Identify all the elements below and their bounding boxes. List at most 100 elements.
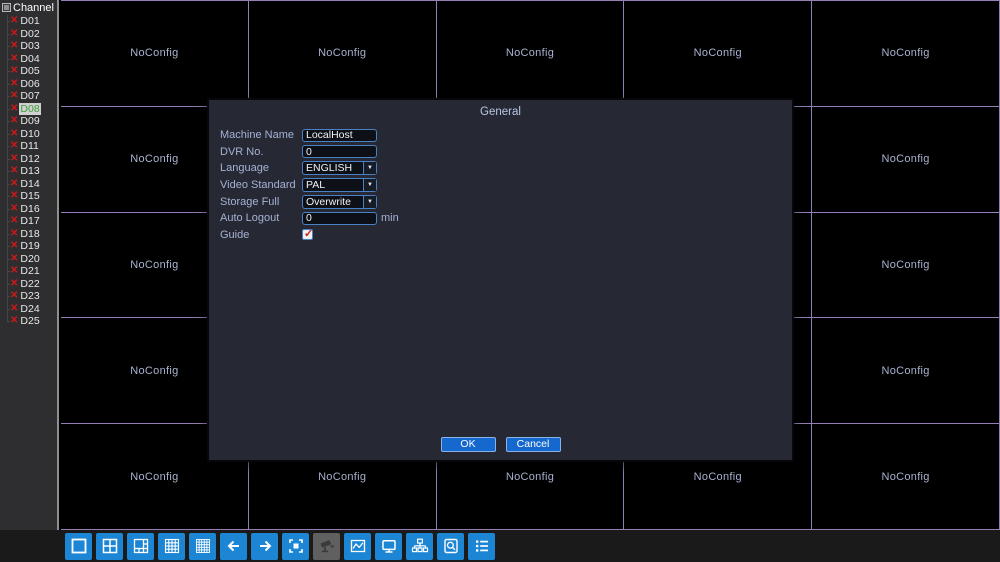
channel-item-D20[interactable]: D20 — [0, 253, 57, 266]
language-label: Language — [220, 162, 269, 175]
fullscreen-icon — [287, 537, 305, 555]
channel-label: D16 — [20, 202, 40, 215]
channel-item-D23[interactable]: D23 — [0, 290, 57, 303]
view-single-button[interactable] — [65, 532, 92, 560]
channel-label: D20 — [20, 252, 40, 265]
field-row-storage-full: Storage Full Overwrite — [220, 193, 399, 210]
video-cell[interactable]: NoConfig — [248, 1, 436, 106]
hdd-search-icon — [442, 537, 460, 555]
dvr-no-label: DVR No. — [220, 145, 264, 158]
channel-tree-root-label: Channel — [13, 1, 54, 14]
network-topology-button[interactable] — [406, 532, 433, 560]
channel-item-D19[interactable]: D19 — [0, 240, 57, 253]
channel-tree-root[interactable]: Channel — [0, 0, 57, 15]
video-cell[interactable]: NoConfig — [812, 106, 999, 212]
channel-item-D16[interactable]: D16 — [0, 203, 57, 216]
channel-item-D01[interactable]: D01 — [0, 15, 57, 28]
channel-item-D10[interactable]: D10 — [0, 128, 57, 141]
channel-label: D02 — [20, 27, 40, 40]
ptz-camera-button[interactable] — [313, 532, 340, 560]
channel-item-D03[interactable]: D03 — [0, 40, 57, 53]
noconfig-label: NoConfig — [130, 364, 179, 377]
channel-item-D25[interactable]: D25 — [0, 315, 57, 328]
video-cell[interactable]: NoConfig — [812, 1, 999, 106]
channel-item-D08[interactable]: D08 — [0, 102, 57, 116]
hdd-search-button[interactable] — [437, 532, 464, 560]
offline-x-icon — [10, 166, 18, 176]
machine-name-label: Machine Name — [220, 129, 294, 142]
view-sixteen-button[interactable] — [158, 532, 185, 560]
view-twentyfive-icon — [194, 537, 212, 555]
channel-item-D17[interactable]: D17 — [0, 215, 57, 228]
channel-item-D07[interactable]: D07 — [0, 90, 57, 103]
video-cell[interactable]: NoConfig — [624, 1, 812, 106]
view-quad-button[interactable] — [96, 532, 123, 560]
auto-logout-input[interactable] — [302, 211, 377, 225]
channel-label: D01 — [20, 15, 40, 28]
channel-item-D22[interactable]: D22 — [0, 278, 57, 291]
language-select-value: ENGLISH — [306, 162, 353, 175]
video-cell[interactable]: NoConfig — [812, 212, 999, 318]
waveform-monitor-button[interactable] — [344, 532, 371, 560]
channel-label: D12 — [20, 152, 40, 165]
channel-item-D14[interactable]: D14 — [0, 178, 57, 191]
channel-label: D08 — [19, 102, 41, 115]
ok-button[interactable]: OK — [440, 437, 496, 452]
general-settings-dialog: General Machine Name DVR No. Language EN… — [207, 98, 794, 462]
cancel-button[interactable]: Cancel — [505, 437, 561, 452]
channel-item-D15[interactable]: D15 — [0, 190, 57, 203]
channel-item-D11[interactable]: D11 — [0, 140, 57, 153]
channel-item-D12[interactable]: D12 — [0, 153, 57, 166]
channel-item-D18[interactable]: D18 — [0, 228, 57, 241]
video-standard-select[interactable]: PAL — [302, 178, 377, 193]
chevron-down-icon — [363, 179, 376, 192]
channel-item-D06[interactable]: D06 — [0, 78, 57, 91]
network-topology-icon — [411, 537, 429, 555]
waveform-monitor-icon — [349, 537, 367, 555]
channel-item-D09[interactable]: D09 — [0, 115, 57, 128]
view-eight-button[interactable] — [127, 532, 154, 560]
field-row-dvr-no: DVR No. — [220, 144, 399, 161]
noconfig-label: NoConfig — [505, 470, 555, 483]
offline-x-icon — [10, 154, 18, 164]
noconfig-label: NoConfig — [318, 470, 367, 483]
view-twentyfive-button[interactable] — [189, 532, 216, 560]
video-cell[interactable]: NoConfig — [61, 1, 248, 106]
offline-x-icon — [10, 216, 18, 226]
noconfig-label: NoConfig — [881, 258, 930, 271]
noconfig-label: NoConfig — [130, 153, 179, 166]
channel-item-D13[interactable]: D13 — [0, 165, 57, 178]
channel-label: D06 — [20, 77, 40, 90]
prev-channel-button[interactable] — [220, 532, 247, 560]
video-cell[interactable]: NoConfig — [436, 1, 624, 106]
video-cell[interactable]: NoConfig — [812, 318, 999, 424]
fullscreen-button[interactable] — [282, 532, 309, 560]
noconfig-label: NoConfig — [881, 364, 930, 377]
channel-label: D11 — [20, 140, 39, 153]
next-channel-button[interactable] — [251, 532, 278, 560]
channel-item-D02[interactable]: D02 — [0, 28, 57, 41]
video-cell[interactable]: NoConfig — [812, 424, 999, 529]
offline-x-icon — [10, 141, 18, 151]
channel-item-D04[interactable]: D04 — [0, 53, 57, 66]
channel-item-D05[interactable]: D05 — [0, 65, 57, 78]
offline-x-icon — [10, 54, 18, 64]
offline-x-icon — [10, 279, 18, 289]
channel-item-D24[interactable]: D24 — [0, 303, 57, 316]
offline-x-icon — [10, 29, 18, 39]
storage-full-select[interactable]: Overwrite — [302, 194, 377, 209]
offline-x-icon — [10, 191, 18, 201]
channel-item-D21[interactable]: D21 — [0, 265, 57, 278]
channel-label: D24 — [20, 302, 40, 315]
machine-name-input[interactable] — [302, 128, 377, 142]
chevron-down-icon — [363, 195, 376, 208]
bottom-toolbar — [0, 530, 1000, 562]
language-select[interactable]: ENGLISH — [302, 161, 377, 176]
display-monitor-button[interactable] — [375, 532, 402, 560]
field-row-language: Language ENGLISH — [220, 160, 399, 177]
guide-checkbox[interactable] — [302, 227, 313, 241]
channel-label: D15 — [20, 190, 40, 203]
dvr-no-input[interactable] — [302, 145, 377, 159]
offline-x-icon — [10, 179, 18, 189]
channel-list-button[interactable] — [468, 532, 495, 560]
